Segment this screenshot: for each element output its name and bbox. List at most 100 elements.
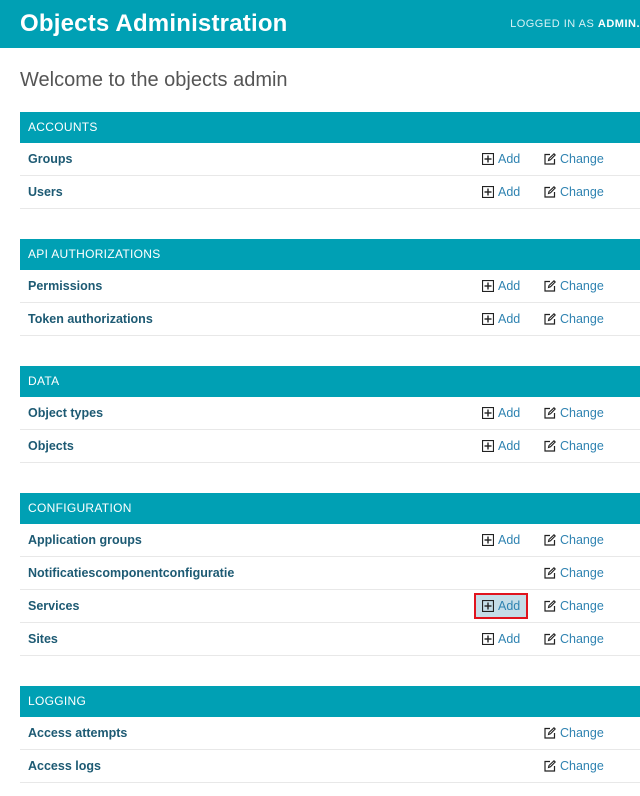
add-link[interactable]: Add: [473, 593, 529, 619]
edit-icon: [544, 760, 556, 772]
module-caption[interactable]: API AUTHORIZATIONS: [20, 239, 640, 270]
change-label: Change: [560, 533, 604, 547]
change-label: Change: [560, 406, 604, 420]
edit-icon: [544, 727, 556, 739]
edit-icon: [544, 313, 556, 325]
page-title: Welcome to the objects admin: [20, 69, 288, 91]
add-label: Add: [498, 152, 521, 166]
change-label: Change: [560, 279, 604, 293]
change-link[interactable]: Change: [544, 590, 604, 622]
model-link[interactable]: Users: [28, 176, 63, 208]
change-label: Change: [560, 185, 604, 199]
change-label: Change: [560, 566, 604, 580]
model-row: Services Add Change: [20, 590, 640, 623]
logged-in-label: LOGGED IN AS: [510, 18, 598, 30]
model-row: Sites Add Change: [20, 623, 640, 656]
edit-icon: [544, 280, 556, 292]
user-name: ADMIN.: [597, 18, 640, 30]
model-row: Application groups Add Change: [20, 524, 640, 557]
add-label: Add: [498, 632, 521, 646]
model-link[interactable]: Objects: [28, 430, 74, 462]
change-label: Change: [560, 726, 604, 740]
change-link[interactable]: Change: [544, 430, 604, 462]
add-label: Add: [498, 599, 521, 613]
edit-icon: [544, 407, 556, 419]
module-caption[interactable]: CONFIGURATION: [20, 493, 640, 524]
model-link[interactable]: Object types: [28, 397, 103, 429]
model-row: Object types Add Change: [20, 397, 640, 430]
change-label: Change: [560, 439, 604, 453]
model-row: Groups Add Change: [20, 143, 640, 176]
model-row: Access logs Change: [20, 750, 640, 783]
change-link[interactable]: Change: [544, 143, 604, 175]
add-icon: [482, 313, 494, 325]
model-row: Notificatiescomponentconfiguratie Change: [20, 557, 640, 590]
module-logging: LOGGING Access attempts Change Access logs C…: [20, 686, 640, 783]
add-link[interactable]: Add: [482, 176, 520, 208]
change-link[interactable]: Change: [544, 557, 604, 589]
model-row: Users Add Change: [20, 176, 640, 209]
add-icon: [482, 153, 494, 165]
module-configuration: CONFIGURATION Application groups Add Change…: [20, 493, 640, 656]
module-caption[interactable]: LOGGING: [20, 686, 640, 717]
add-label: Add: [498, 185, 521, 199]
edit-icon: [544, 153, 556, 165]
change-label: Change: [560, 152, 604, 166]
add-icon: [482, 280, 494, 292]
edit-icon: [544, 600, 556, 612]
edit-icon: [544, 186, 556, 198]
change-label: Change: [560, 632, 604, 646]
add-link[interactable]: Add: [482, 623, 520, 655]
change-label: Change: [560, 599, 604, 613]
model-row: Permissions Add Change: [20, 270, 640, 303]
model-link[interactable]: Groups: [28, 143, 72, 175]
change-link[interactable]: Change: [544, 524, 604, 556]
add-link[interactable]: Add: [482, 143, 520, 175]
module-caption[interactable]: ACCOUNTS: [20, 112, 640, 143]
add-link[interactable]: Add: [482, 397, 520, 429]
change-label: Change: [560, 312, 604, 326]
content: Welcome to the objects admin ACCOUNTS Gro…: [0, 68, 640, 783]
change-link[interactable]: Change: [544, 623, 604, 655]
add-link[interactable]: Add: [482, 430, 520, 462]
change-link[interactable]: Change: [544, 303, 604, 335]
site-title[interactable]: Objects Administration: [20, 10, 288, 38]
user-tools: LOGGED IN AS ADMIN.: [510, 18, 640, 30]
model-link[interactable]: Application groups: [28, 524, 142, 556]
change-link[interactable]: Change: [544, 717, 604, 749]
model-row: Access attempts Change: [20, 717, 640, 750]
edit-icon: [544, 567, 556, 579]
header: Objects Administration LOGGED IN AS ADMI…: [0, 0, 640, 48]
model-row: Token authorizations Add Change: [20, 303, 640, 336]
add-label: Add: [498, 312, 521, 326]
change-link[interactable]: Change: [544, 270, 604, 302]
edit-icon: [544, 633, 556, 645]
model-link[interactable]: Access logs: [28, 750, 101, 782]
add-icon: [482, 633, 494, 645]
add-icon: [482, 407, 494, 419]
change-link[interactable]: Change: [544, 750, 604, 782]
model-link[interactable]: Token authorizations: [28, 303, 153, 335]
change-link[interactable]: Change: [544, 397, 604, 429]
model-link[interactable]: Services: [28, 590, 79, 622]
add-link[interactable]: Add: [482, 270, 520, 302]
model-link[interactable]: Notificatiescomponentconfiguratie: [28, 557, 234, 589]
module-caption[interactable]: DATA: [20, 366, 640, 397]
add-icon: [482, 600, 494, 612]
add-link[interactable]: Add: [482, 524, 520, 556]
add-label: Add: [498, 279, 521, 293]
add-icon: [482, 186, 494, 198]
change-label: Change: [560, 759, 604, 773]
edit-icon: [544, 534, 556, 546]
edit-icon: [544, 440, 556, 452]
add-icon: [482, 440, 494, 452]
app-list: ACCOUNTS Groups Add Change Users Add Change API…: [20, 112, 640, 783]
change-link[interactable]: Change: [544, 176, 604, 208]
model-link[interactable]: Access attempts: [28, 717, 127, 749]
module-accounts: ACCOUNTS Groups Add Change Users Add Change: [20, 112, 640, 209]
model-link[interactable]: Permissions: [28, 270, 102, 302]
model-link[interactable]: Sites: [28, 623, 58, 655]
add-link[interactable]: Add: [482, 303, 520, 335]
add-icon: [482, 534, 494, 546]
add-label: Add: [498, 439, 521, 453]
